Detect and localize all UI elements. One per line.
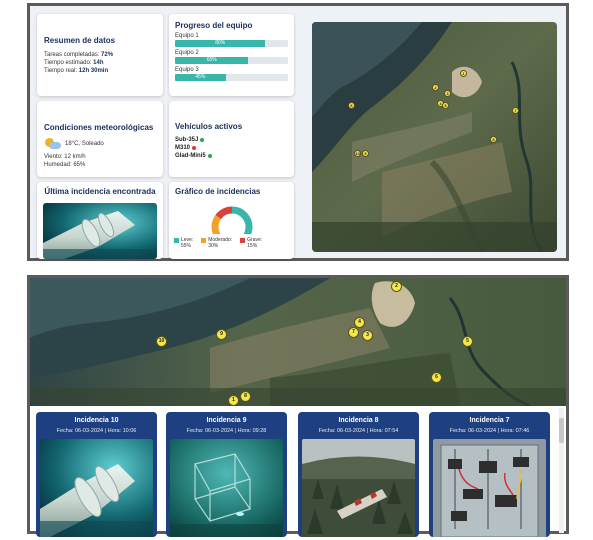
last-incident-title: Última incidencia encontrada	[44, 187, 156, 196]
incident-card-9[interactable]: Incidencia 9 Fecha: 06-03-2024 | Hora: 0…	[166, 412, 287, 537]
map-marker[interactable]: 7	[512, 107, 519, 114]
incident-chart-legend: Leve: 55% Moderado: 30% Grave: 15%	[174, 237, 262, 249]
weather-humidity: Humedad: 65%	[44, 162, 86, 168]
map-marker[interactable]: 4	[354, 317, 365, 328]
vehicle-name: Sub-35J	[175, 137, 199, 143]
map-marker[interactable]: 6	[431, 372, 442, 383]
weather-wind: Viento: 12 km/h	[44, 154, 86, 160]
map-marker[interactable]: 10	[354, 150, 361, 157]
satellite-map-wide[interactable]: 1 2 3 4 5 6 7 8 9 10	[30, 278, 566, 406]
team-progress-percent: 80%	[215, 40, 226, 46]
underwater-structure-photo[interactable]	[170, 439, 283, 537]
map-marker[interactable]: 5	[462, 336, 473, 347]
team-progress-bar: 65%	[175, 57, 288, 64]
summary-title: Resumen de datos	[44, 36, 116, 45]
incident-card-title: Incidencia 9	[206, 417, 247, 424]
progress-title: Progreso del equipo	[175, 21, 253, 30]
incident-card-meta: Fecha: 06-03-2024 | Hora: 09:28	[186, 428, 267, 434]
map-marker[interactable]: 5	[442, 102, 449, 109]
map-marker[interactable]: 8	[490, 136, 497, 143]
incident-card-10[interactable]: Incidencia 10 Fecha: 06-03-2024 | Hora: …	[36, 412, 157, 537]
map-marker[interactable]: 2	[432, 84, 439, 91]
incident-card-title: Incidencia 7	[469, 417, 510, 424]
map-marker[interactable]: 2	[391, 281, 402, 292]
vehicle-item[interactable]: Glad-Mini5	[175, 152, 288, 160]
donut-slice-grave[interactable]	[215, 206, 233, 220]
vehicles-title: Vehículos activos	[175, 122, 243, 131]
map-marker[interactable]: 1	[460, 70, 467, 77]
legend-item: Leve: 55%	[174, 237, 193, 249]
map-marker[interactable]: 10	[156, 336, 167, 347]
active-vehicles-card: Vehículos activos Sub-35J M310 Glad-Mini5	[169, 101, 294, 177]
weather-title: Condiciones meteorológicas	[44, 123, 154, 132]
electrical-panel-photo[interactable]	[433, 439, 546, 537]
team-progress-percent: 65%	[206, 57, 217, 63]
incident-card-meta: Fecha: 06-03-2024 | Hora: 07:46	[449, 428, 530, 434]
dashboard-top-view: Resumen de datos Tareas completadas: 72%…	[27, 3, 569, 261]
weather-card: Condiciones meteorológicas 18°C, Soleado…	[37, 101, 163, 177]
vehicle-list: Sub-35J M310 Glad-Mini5	[175, 136, 288, 160]
legend-text: Leve: 55%	[181, 237, 194, 249]
incident-card-8[interactable]: Incidencia 8 Fecha: 06-03-2024 | Hora: 0…	[298, 412, 419, 537]
underwater-pipe-photo[interactable]	[43, 203, 157, 259]
satellite-map[interactable]: 1 2 3 4 5 6 7 8 9 10	[312, 22, 557, 252]
map-marker[interactable]: 9	[362, 150, 369, 157]
team-progress-card: Progreso del equipo Equipo 1 80% Equipo 2 6…	[169, 14, 294, 96]
legend-swatch	[240, 238, 246, 243]
team-progress-percent: 45%	[195, 74, 206, 80]
incident-card-meta: Fecha: 06-03-2024 | Hora: 07:54	[318, 428, 399, 434]
underwater-pipe-photo[interactable]	[40, 439, 153, 537]
partly-sunny-icon	[44, 138, 61, 150]
team-progress-list: Equipo 1 80% Equipo 2 65% Equipo 3 45%	[175, 33, 288, 81]
summary-card: Resumen de datos Tareas completadas: 72%…	[37, 14, 163, 96]
legend-text: Grave: 15%	[247, 237, 263, 249]
map-marker[interactable]: 1	[228, 395, 239, 406]
legend-swatch	[201, 238, 207, 243]
vehicle-item[interactable]: M310	[175, 144, 288, 152]
map-marker[interactable]: 6	[348, 102, 355, 109]
incident-chart-title: Gráfico de incidencias	[175, 187, 261, 196]
team-progress-bar: 45%	[175, 74, 288, 81]
scrollbar[interactable]	[559, 408, 564, 533]
dashboard-bottom-view: 1 2 3 4 5 6 7 8 9 10 Incidencia 10 Fecha: 06-03-2…	[27, 275, 569, 537]
legend-text: Moderado: 30%	[208, 237, 233, 249]
map-marker[interactable]: 3	[444, 90, 451, 97]
incident-card-7[interactable]: Incidencia 7 Fecha: 06-03-2024 | Hora: 0…	[429, 412, 550, 537]
incident-chart-card: Gráfico de incidencias Leve: 55% Moderado:…	[169, 182, 294, 259]
legend-item: Grave: 15%	[240, 237, 262, 249]
incident-card-title: Incidencia 8	[338, 417, 379, 424]
estimated-time-line: Tiempo estimado: 14h	[44, 60, 104, 66]
legend-swatch	[174, 238, 179, 243]
vehicle-status-dot	[200, 138, 205, 142]
vehicle-name: Glad-Mini5	[175, 153, 206, 159]
map-marker[interactable]: 3	[362, 330, 373, 341]
incident-card-title: Incidencia 10	[74, 417, 119, 424]
vehicle-status-dot	[207, 154, 212, 158]
map-marker[interactable]: 9	[216, 329, 227, 340]
last-incident-card[interactable]: Última incidencia encontrada	[37, 182, 163, 259]
forest-aerial-photo[interactable]	[302, 439, 415, 537]
scrollbar-thumb[interactable]	[559, 418, 564, 443]
real-time-line: Tiempo real: 12h 30min	[44, 68, 109, 74]
map-marker[interactable]: 8	[240, 391, 251, 402]
vehicle-name: M310	[175, 145, 191, 151]
donut-slice-moderado[interactable]	[211, 214, 227, 234]
vehicle-item[interactable]: Sub-35J	[175, 136, 288, 144]
team-label: Equipo 3	[175, 67, 199, 73]
vehicle-status-dot	[192, 146, 197, 150]
team-label: Equipo 2	[175, 50, 199, 56]
incident-card-meta: Fecha: 06-03-2024 | Hora: 10:06	[56, 428, 137, 434]
incident-donut-chart	[211, 206, 253, 234]
legend-item: Moderado: 30%	[201, 237, 232, 249]
team-label: Equipo 1	[175, 33, 199, 39]
weather-temp-row: 18°C, Soleado	[44, 138, 157, 150]
map-marker[interactable]: 7	[348, 327, 359, 338]
team-progress-bar: 80%	[175, 40, 288, 47]
weather-temp: 18°C, Soleado	[65, 141, 104, 147]
tasks-line: Tareas completadas: 72%	[44, 52, 114, 58]
